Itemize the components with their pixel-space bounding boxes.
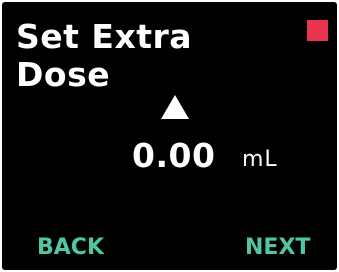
back-button[interactable]: BACK	[37, 235, 104, 261]
next-button[interactable]: NEXT	[245, 235, 310, 261]
increase-dose-button[interactable]	[161, 95, 189, 119]
status-indicator-icon	[307, 20, 328, 41]
up-triangle-icon	[161, 95, 189, 119]
dose-unit: mL	[242, 147, 278, 172]
screen-title: Set Extra Dose	[16, 18, 192, 94]
screen-title-line-1: Set Extra	[16, 17, 193, 56]
screen-title-line-2: Dose	[16, 55, 111, 94]
dose-value[interactable]: 0.00	[132, 136, 215, 176]
pump-screen: Set Extra Dose 0.00 mL BACK NEXT	[2, 2, 337, 270]
